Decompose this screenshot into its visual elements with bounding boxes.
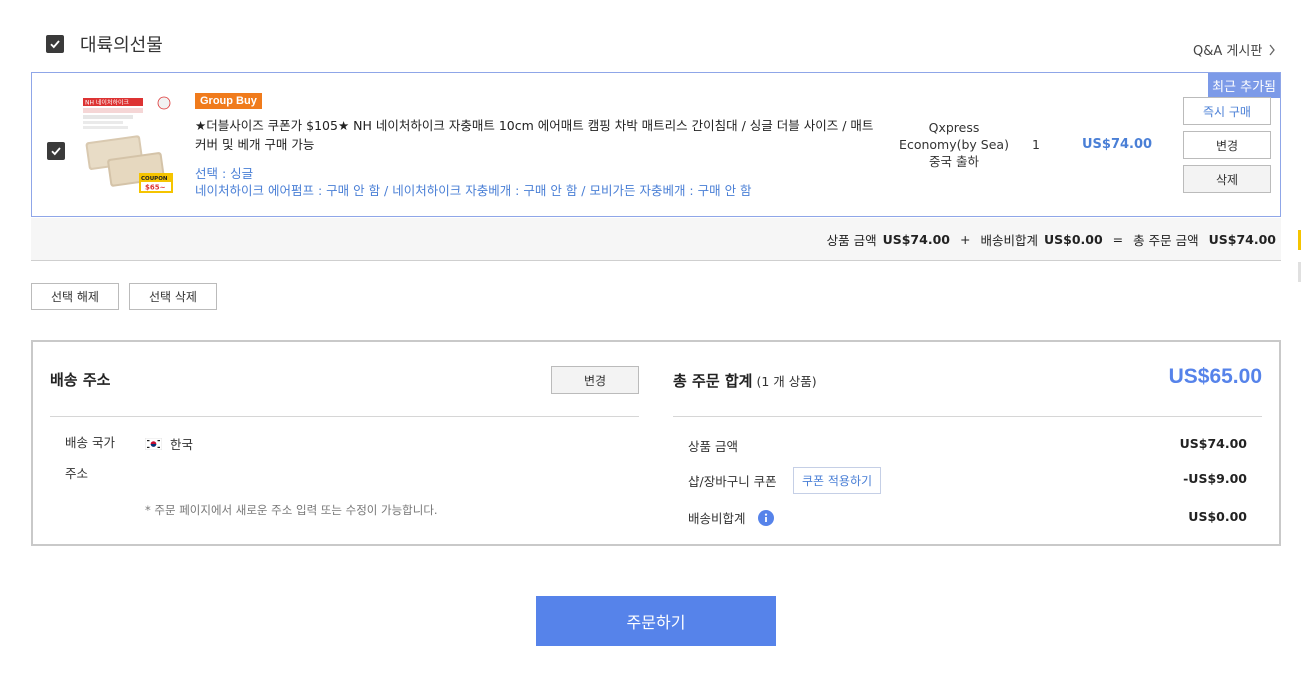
qa-board-link[interactable]: Q&A 게시판 — [1193, 40, 1276, 59]
cart-item: 최근 추가됨 NH 네이처하이크 COUPON $65~ Group Buy ★… — [31, 72, 1281, 217]
order-total-header: 총 주문 합계 (1 개 상품) — [673, 370, 817, 391]
product-amount-label: 상품 금액 — [688, 439, 738, 454]
qa-board-label: Q&A 게시판 — [1193, 44, 1263, 59]
summary-product-label: 상품 금액 — [826, 232, 877, 248]
check-icon — [50, 40, 60, 49]
address-title: 배송 주소 — [50, 371, 111, 389]
seller-checkbox[interactable] — [46, 35, 64, 53]
product-amount-value: US$74.00 — [1179, 436, 1247, 451]
buy-now-button[interactable]: 즉시 구매 — [1183, 97, 1271, 125]
coupon-label: 샵/장바구니 쿠폰 — [688, 474, 777, 489]
deselect-button[interactable]: 선택 해제 — [31, 283, 119, 310]
country-label: 배송 국가 — [65, 435, 115, 450]
summary-plus: + — [959, 231, 971, 247]
shipping-carrier: Qxpress — [928, 120, 980, 135]
product-image: NH 네이처하이크 COUPON $65~ — [79, 93, 179, 195]
info-icon[interactable] — [757, 509, 774, 526]
country-value: 한국 — [145, 434, 193, 453]
order-item-count: (1 개 상품) — [756, 374, 817, 389]
thumbnail-headline: NH 네이처하이크 — [85, 99, 130, 107]
shipping-method: Qxpress Economy(by Sea) 중국 출하 — [894, 119, 1014, 170]
thumbnail-coupon-price: $65~ — [145, 184, 166, 192]
shipping-type: Economy(by Sea) — [899, 137, 1009, 152]
product-title[interactable]: ★더블사이즈 쿠폰가 $105★ NH 네이처하이크 자충매트 10cm 에어매… — [195, 116, 875, 154]
delete-selected-button[interactable]: 선택 삭제 — [129, 283, 217, 310]
change-option-button[interactable]: 변경 — [1183, 131, 1271, 159]
place-order-button[interactable]: 주문하기 — [536, 596, 776, 646]
option-addons: 네이처하이크 에어펌프 : 구매 안 함 / 네이처하이크 자충베개 : 구매 … — [195, 183, 752, 198]
summary-total-value: US$74.00 — [1208, 231, 1276, 247]
address-label: 주소 — [65, 466, 89, 481]
check-icon — [51, 147, 61, 156]
recent-added-badge: 최근 추가됨 — [1208, 73, 1280, 98]
summary-product-value: US$74.00 — [882, 231, 950, 247]
seller-summary-bar: 상품 금액 US$74.00 + 배송비합계 US$0.00 = 총 주문 금액… — [31, 218, 1281, 261]
korea-flag-icon — [145, 437, 162, 450]
order-total-title: 총 주문 합계 — [673, 372, 753, 390]
product-thumbnail[interactable]: NH 네이처하이크 COUPON $65~ — [79, 93, 179, 195]
change-address-button[interactable]: 변경 — [551, 366, 639, 394]
group-buy-badge: Group Buy — [195, 93, 262, 109]
summary-shipping-value: US$0.00 — [1043, 231, 1103, 247]
delete-item-button[interactable]: 삭제 — [1183, 165, 1271, 193]
coupon-value: -US$9.00 — [1183, 471, 1247, 486]
chevron-right-icon — [1269, 44, 1276, 55]
summary-total-label: 총 주문 금액 — [1133, 232, 1199, 248]
country-name: 한국 — [170, 437, 194, 452]
shipping-origin: 중국 출하 — [929, 154, 979, 169]
shipping-total-row: 배송비합계 — [688, 508, 774, 527]
thumbnail-coupon: COUPON — [141, 176, 168, 182]
summary-equals: = — [1112, 231, 1124, 247]
item-price: US$74.00 — [1082, 137, 1153, 152]
address-note: * 주문 페이지에서 새로운 주소 입력 또는 수정이 가능합니다. — [145, 503, 438, 517]
checkout-panel: 배송 주소 변경 배송 국가 한국 주소 * 주문 페이지에서 새로운 주소 입… — [31, 340, 1281, 546]
shipping-total-label: 배송비합계 — [688, 511, 746, 526]
address-divider — [50, 416, 639, 417]
item-quantity: 1 — [1032, 137, 1040, 152]
item-checkbox[interactable] — [47, 142, 65, 160]
seller-name: 대륙의선물 — [80, 35, 163, 56]
total-divider — [673, 416, 1262, 417]
order-total-amount: US$65.00 — [1168, 365, 1262, 388]
apply-coupon-button[interactable]: 쿠폰 적용하기 — [793, 467, 881, 494]
summary-shipping-label: 배송비합계 — [980, 232, 1038, 248]
shipping-total-value: US$0.00 — [1188, 509, 1247, 524]
